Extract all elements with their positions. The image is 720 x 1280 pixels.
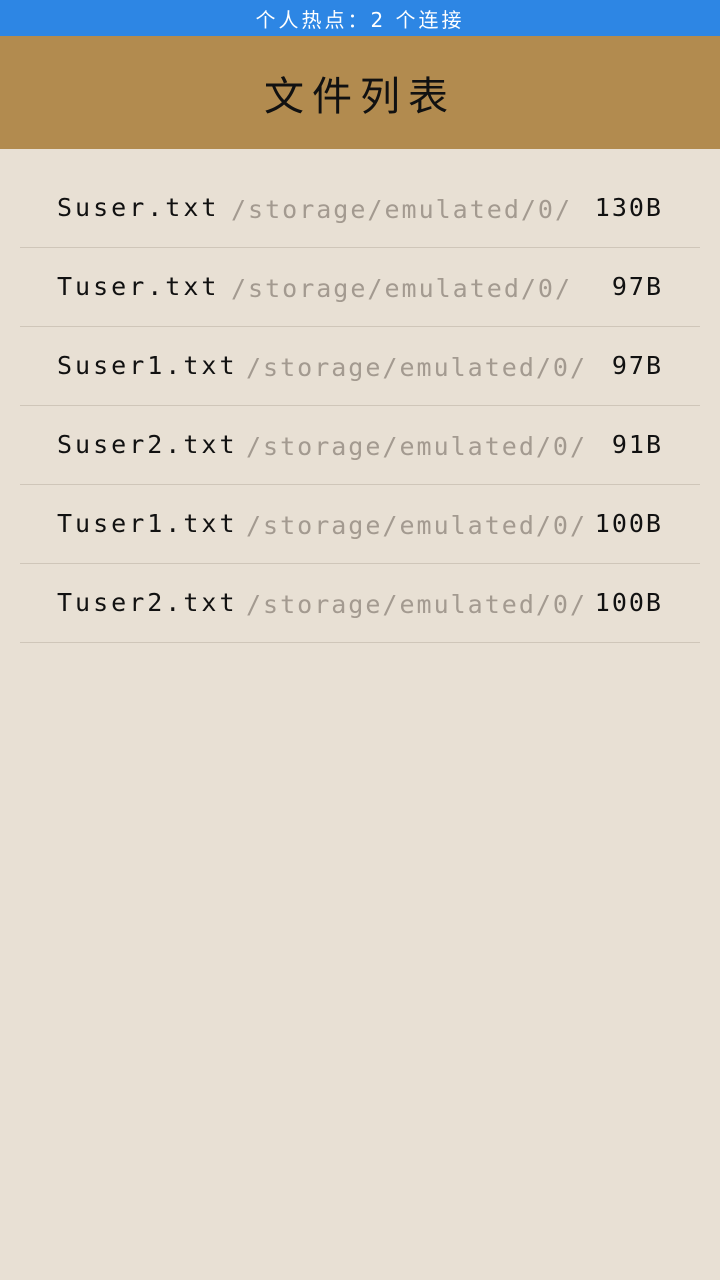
file-path: /storage/emulated/0/ xyxy=(246,590,588,619)
file-row[interactable]: Tuser2.txt /storage/emulated/0/ 100B xyxy=(20,564,700,643)
file-size: 100B xyxy=(594,588,663,617)
file-list: Suser.txt /storage/emulated/0/ 130B Tuse… xyxy=(20,169,700,643)
file-name: Tuser.txt xyxy=(57,272,220,301)
file-row[interactable]: Tuser.txt /storage/emulated/0/ 97B xyxy=(20,248,700,327)
page-title: 文件列表 xyxy=(264,73,456,120)
file-row[interactable]: Suser2.txt /storage/emulated/0/ 91B xyxy=(20,406,700,485)
file-row[interactable]: Suser.txt /storage/emulated/0/ 130B xyxy=(20,169,700,248)
file-path: /storage/emulated/0/ xyxy=(246,432,588,461)
status-bar: 个人热点：2 个连接 xyxy=(0,0,720,36)
hotspot-status-text: 个人热点：2 个连接 xyxy=(255,7,465,32)
file-name: Tuser2.txt xyxy=(57,588,238,617)
title-bar: 文件列表 xyxy=(0,36,720,149)
file-path: /storage/emulated/0/ xyxy=(231,274,573,303)
file-size: 97B xyxy=(611,351,663,380)
file-path: /storage/emulated/0/ xyxy=(246,353,588,382)
file-size: 91B xyxy=(611,430,663,459)
file-size: 130B xyxy=(594,193,663,222)
file-size: 97B xyxy=(611,272,663,301)
file-name: Tuser1.txt xyxy=(57,509,238,538)
file-size: 100B xyxy=(594,509,663,538)
file-name: Suser2.txt xyxy=(57,430,238,459)
file-path: /storage/emulated/0/ xyxy=(231,195,573,224)
file-name: Suser.txt xyxy=(57,193,220,222)
file-row[interactable]: Tuser1.txt /storage/emulated/0/ 100B xyxy=(20,485,700,564)
file-path: /storage/emulated/0/ xyxy=(246,511,588,540)
file-row[interactable]: Suser1.txt /storage/emulated/0/ 97B xyxy=(20,327,700,406)
file-name: Suser1.txt xyxy=(57,351,238,380)
